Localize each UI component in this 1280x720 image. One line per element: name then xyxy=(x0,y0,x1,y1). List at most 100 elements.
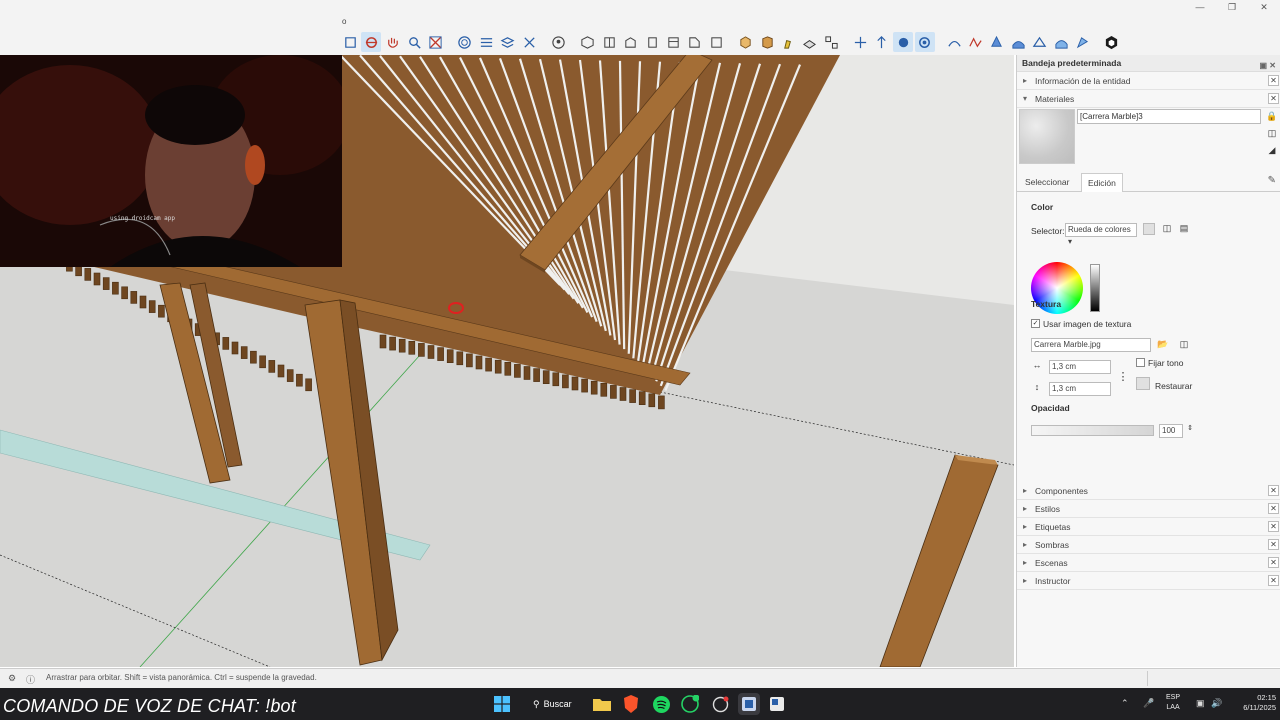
close-icon[interactable]: ✕ xyxy=(1268,575,1279,586)
materials-tool-icon[interactable] xyxy=(757,32,777,52)
protractor-tool-icon[interactable] xyxy=(821,32,841,52)
file-explorer-icon[interactable] xyxy=(591,693,613,715)
chevron-right-icon: ▸ xyxy=(1023,486,1028,495)
right-view-icon[interactable] xyxy=(642,32,662,52)
match-color-screen-icon[interactable]: ▤ xyxy=(1178,223,1190,235)
tab-edit[interactable]: Edición xyxy=(1081,173,1123,192)
chatgpt-icon[interactable] xyxy=(709,693,731,715)
shadows-tool-icon[interactable] xyxy=(519,32,539,52)
close-icon[interactable]: ✕ xyxy=(1268,485,1279,496)
section-components[interactable]: ▸ Componentes ✕ xyxy=(1017,482,1280,500)
measurements-box[interactable] xyxy=(1147,671,1277,686)
close-icon[interactable]: ✕ xyxy=(1268,93,1279,104)
clock[interactable]: 02:15 6/11/2025 xyxy=(1230,693,1276,713)
joist-end xyxy=(446,349,454,364)
sketchup-layout-icon[interactable] xyxy=(766,693,788,715)
windows-start-icon[interactable] xyxy=(491,693,513,715)
walk-tool-icon[interactable] xyxy=(872,32,892,52)
section-instructor[interactable]: ▸ Instructor ✕ xyxy=(1017,572,1280,590)
section-tags[interactable]: ▸ Etiquetas ✕ xyxy=(1017,518,1280,536)
texture-width-field[interactable]: 1,3 cm xyxy=(1049,360,1111,374)
close-icon[interactable]: ✕ xyxy=(1268,539,1279,550)
material-thumbnail[interactable] xyxy=(1019,109,1075,164)
section-styles[interactable]: ▸ Estilos ✕ xyxy=(1017,500,1280,518)
position-camera-tool-icon[interactable] xyxy=(914,32,935,52)
use-texture-checkbox[interactable]: ✓ xyxy=(1031,319,1040,328)
default-material-icon[interactable]: ◢ xyxy=(1266,145,1278,157)
section-materials[interactable]: ▾ Materiales ✕ xyxy=(1017,90,1280,108)
select-tool-icon[interactable] xyxy=(340,32,360,52)
taskbar-search[interactable]: ⚲ Buscar xyxy=(523,693,581,715)
look-around-tool-icon[interactable] xyxy=(893,32,914,52)
sandbox-6-icon[interactable] xyxy=(1051,32,1071,52)
sandbox-5-icon[interactable] xyxy=(1030,32,1050,52)
network-icon[interactable]: ▣ xyxy=(1196,698,1205,709)
model-viewport[interactable]: using droidcam app xyxy=(0,55,1014,667)
tape-tool-icon[interactable] xyxy=(800,32,820,52)
opacity-slider[interactable] xyxy=(1031,425,1154,436)
iso-view-icon[interactable] xyxy=(578,32,598,52)
left-view-icon[interactable] xyxy=(685,32,705,52)
colorize-checkbox[interactable] xyxy=(1136,358,1145,367)
texture-file-field[interactable]: Carrera Marble.jpg xyxy=(1031,338,1151,352)
orbit-tool-icon[interactable] xyxy=(361,32,382,52)
match-color-model-icon[interactable]: ◫ xyxy=(1161,223,1173,235)
layers-tool-icon[interactable] xyxy=(498,32,518,52)
close-icon[interactable]: ✕ xyxy=(1268,503,1279,514)
paint-tool-icon[interactable] xyxy=(778,32,798,52)
create-material-icon[interactable]: ◫ xyxy=(1266,128,1278,140)
whatsapp-icon[interactable] xyxy=(679,693,701,715)
microphone-icon[interactable]: 🎤 xyxy=(1143,698,1154,709)
sandbox-3-icon[interactable] xyxy=(987,32,1007,52)
axes-tool-icon[interactable] xyxy=(851,32,871,52)
opacity-stepper-icon[interactable]: ⇕ xyxy=(1184,424,1196,436)
section-entity-info[interactable]: ▸ Información de la entidad ✕ xyxy=(1017,72,1280,90)
folder-icon[interactable]: 📂 xyxy=(1157,339,1169,351)
sample-paint-icon[interactable]: ✎ xyxy=(1268,175,1276,186)
opacity-value-field[interactable]: 100 xyxy=(1159,424,1183,438)
maximize-button[interactable]: ❐ xyxy=(1216,0,1248,14)
back-view-icon[interactable] xyxy=(663,32,683,52)
volume-icon[interactable]: 🔊 xyxy=(1211,698,1222,709)
close-icon[interactable]: ✕ xyxy=(1268,521,1279,532)
close-icon[interactable]: ✕ xyxy=(1268,75,1279,86)
material-name-field[interactable]: [Carrera Marble]3 xyxy=(1077,109,1261,124)
color-swatch[interactable] xyxy=(1143,223,1155,235)
tab-select[interactable]: Seleccionar xyxy=(1019,173,1075,192)
reset-color-swatch[interactable] xyxy=(1136,377,1150,390)
extension-icon[interactable] xyxy=(1102,32,1122,52)
sandbox-7-icon[interactable] xyxy=(1073,32,1093,52)
close-icon[interactable]: ✕ xyxy=(1268,557,1279,568)
minimize-button[interactable]: — xyxy=(1184,0,1216,14)
section-scenes[interactable]: ▸ Escenas ✕ xyxy=(1017,554,1280,572)
sketchup-taskbar-icon[interactable] xyxy=(738,693,760,715)
geolocation-icon[interactable]: ⚙ xyxy=(8,673,16,684)
brave-browser-icon[interactable] xyxy=(620,693,642,715)
link-ratio-icon[interactable]: ⋮ xyxy=(1117,370,1129,383)
zoom-tool-icon[interactable] xyxy=(404,32,424,52)
pan-tool-icon[interactable] xyxy=(383,32,403,52)
top-view-icon[interactable] xyxy=(599,32,619,52)
zoom-extents-tool-icon[interactable] xyxy=(426,32,446,52)
language-indicator[interactable]: ESP LAA xyxy=(1166,693,1180,713)
bottom-view-icon[interactable] xyxy=(706,32,726,52)
edit-texture-icon[interactable]: ◫ xyxy=(1178,339,1190,351)
lock-icon[interactable]: 🔒 xyxy=(1266,111,1278,123)
front-view-icon[interactable] xyxy=(621,32,641,52)
color-picker-select[interactable]: Rueda de colores ▾ xyxy=(1065,223,1137,246)
joist-end xyxy=(268,360,276,373)
components-tool-icon[interactable] xyxy=(736,32,756,52)
close-window-button[interactable]: ✕ xyxy=(1248,0,1280,14)
sandbox-4-icon[interactable] xyxy=(1008,32,1028,52)
chevron-up-icon[interactable]: ⌃ xyxy=(1121,698,1129,709)
sandbox-1-icon[interactable] xyxy=(944,32,964,52)
texture-height-field[interactable]: 1,3 cm xyxy=(1049,382,1111,396)
section-fill-tool-icon[interactable] xyxy=(476,32,496,52)
section-plane-tool-icon[interactable] xyxy=(455,32,475,52)
brightness-slider[interactable] xyxy=(1090,264,1100,312)
xray-tool-icon[interactable] xyxy=(549,32,569,52)
section-shadows[interactable]: ▸ Sombras ✕ xyxy=(1017,536,1280,554)
sandbox-2-icon[interactable] xyxy=(966,32,986,52)
spotify-icon[interactable] xyxy=(650,693,672,715)
info-icon[interactable]: ⓘ xyxy=(26,673,35,686)
